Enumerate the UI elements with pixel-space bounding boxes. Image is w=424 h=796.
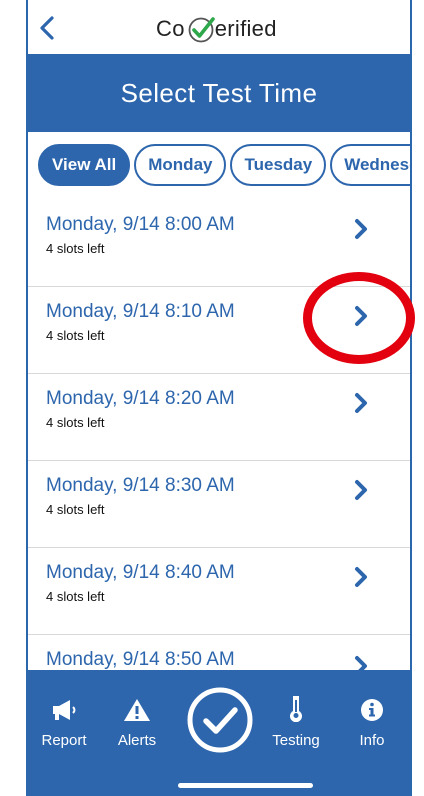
tab-check-in[interactable]	[186, 686, 254, 754]
chevron-right-icon[interactable]	[350, 305, 372, 327]
time-slot-list: Monday, 9/14 8:00 AM 4 slots left Monday…	[28, 200, 410, 670]
thermometer-icon	[290, 696, 302, 722]
chevron-right-icon[interactable]	[350, 479, 372, 501]
slot-time: Monday, 9/14 8:50 AM	[46, 649, 235, 670]
slot-time: Monday, 9/14 8:40 AM	[46, 562, 235, 583]
tab-testing[interactable]: Testing	[268, 694, 324, 749]
filter-view-all[interactable]: View All	[38, 144, 131, 186]
chevron-right-icon[interactable]	[350, 655, 372, 670]
filter-monday[interactable]: Monday	[134, 144, 227, 186]
time-slot-row[interactable]: Monday, 9/14 8:40 AM 4 slots left	[28, 548, 410, 635]
logo-check-icon	[188, 17, 215, 43]
warning-icon	[124, 699, 150, 721]
page-header: Select Test Time	[28, 54, 410, 132]
time-slot-row[interactable]: Monday, 9/14 8:00 AM 4 slots left	[28, 200, 410, 287]
chevron-right-icon[interactable]	[350, 218, 372, 240]
tab-alerts[interactable]: Alerts	[110, 698, 164, 749]
logo-text-left: Co	[156, 16, 185, 41]
info-icon	[361, 699, 383, 721]
page-title: Select Test Time	[120, 77, 318, 108]
tab-report-label: Report	[41, 732, 87, 749]
tab-info[interactable]: Info	[350, 698, 394, 749]
tab-info-label: Info	[359, 732, 385, 749]
slot-time: Monday, 9/14 8:30 AM	[46, 475, 235, 496]
app-logo: Co erified	[156, 14, 277, 44]
time-slot-row[interactable]: Monday, 9/14 8:30 AM 4 slots left	[28, 461, 410, 548]
bottom-tab-bar: Report Alerts Testing Info	[28, 670, 410, 796]
slot-time: Monday, 9/14 8:20 AM	[46, 388, 235, 409]
tab-testing-label: Testing	[272, 732, 320, 749]
tab-report[interactable]: Report	[36, 698, 92, 749]
chevron-right-icon[interactable]	[350, 392, 372, 414]
top-bar: Co erified	[28, 4, 410, 54]
home-indicator	[178, 783, 313, 788]
slot-availability: 4 slots left	[46, 241, 105, 256]
time-slot-row[interactable]: Monday, 9/14 8:50 AM	[28, 635, 410, 670]
chevron-right-icon[interactable]	[350, 566, 372, 588]
day-filter-bar: View All Monday Tuesday Wednesda	[28, 132, 410, 200]
slot-time: Monday, 9/14 8:00 AM	[46, 214, 235, 235]
time-slot-row[interactable]: Monday, 9/14 8:20 AM 4 slots left	[28, 374, 410, 461]
slot-availability: 4 slots left	[46, 328, 105, 343]
app-screen: Co erified Select Test Time View All Mon…	[0, 0, 424, 796]
logo-text-right: erified	[214, 16, 277, 41]
time-slot-row[interactable]: Monday, 9/14 8:10 AM 4 slots left	[28, 287, 410, 374]
slot-availability: 4 slots left	[46, 502, 105, 517]
slot-availability: 4 slots left	[46, 415, 105, 430]
filter-wednesday[interactable]: Wednesda	[330, 144, 410, 186]
slot-time: Monday, 9/14 8:10 AM	[46, 301, 235, 322]
back-chevron-icon[interactable]	[34, 14, 62, 42]
tab-alerts-label: Alerts	[117, 732, 157, 749]
slot-availability: 4 slots left	[46, 589, 105, 604]
check-circle-icon	[187, 687, 253, 753]
megaphone-icon	[53, 700, 76, 720]
filter-tuesday[interactable]: Tuesday	[230, 144, 327, 186]
